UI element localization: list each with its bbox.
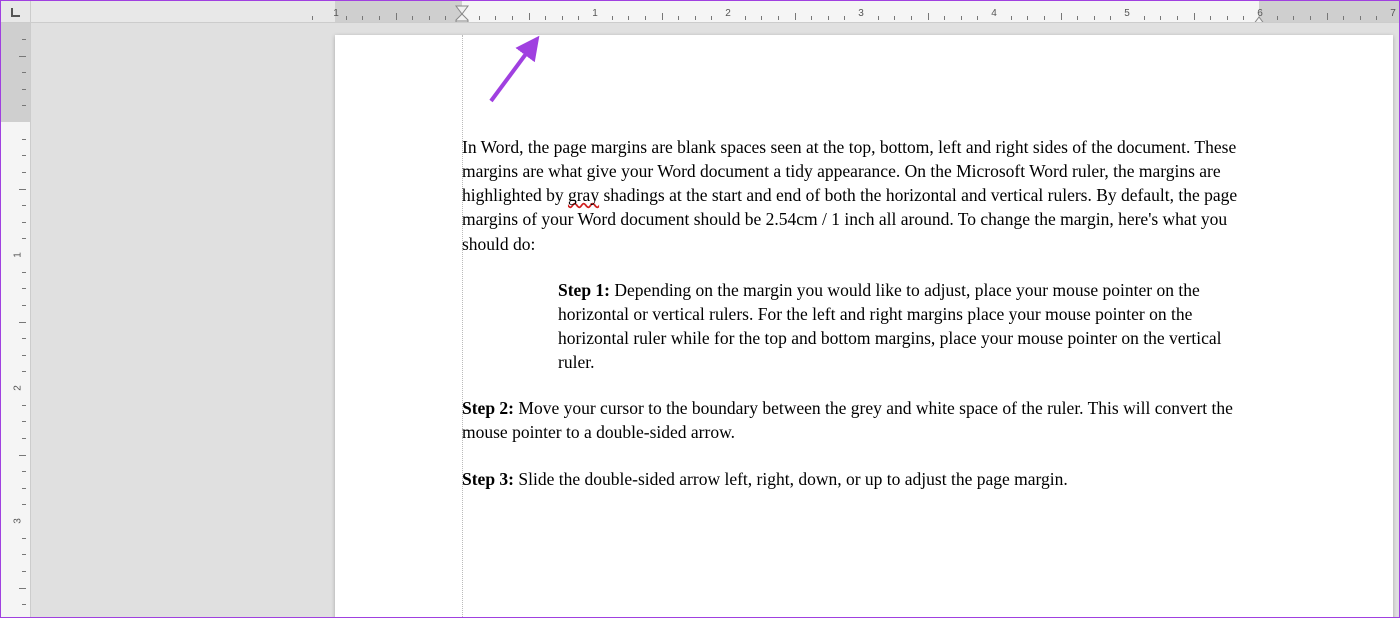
paragraph-step-3[interactable]: Step 3: Slide the double-sided arrow lef… — [462, 467, 1259, 491]
hruler-number: 4 — [991, 8, 997, 19]
hruler-right-margin-region[interactable] — [1259, 1, 1399, 22]
up-caret-icon — [1252, 16, 1266, 23]
hruler-number: 1 — [333, 8, 339, 19]
step-text: Depending on the margin you would like t… — [558, 280, 1222, 372]
step-text: Slide the double-sided arrow left, right… — [518, 469, 1067, 489]
hruler-number: 1 — [592, 8, 598, 19]
spellcheck-flag[interactable]: gray — [568, 185, 599, 205]
hruler-number: 7 — [1390, 8, 1396, 19]
vruler-number: 1 — [13, 252, 24, 258]
step-label: Step 2: — [462, 398, 514, 418]
intro-text: In Word, the page margins are blank spac… — [462, 137, 1237, 254]
paragraph-step-2[interactable]: Step 2: Move your cursor to the boundary… — [462, 396, 1259, 444]
up-caret-box-icon — [455, 13, 469, 23]
paragraph-intro[interactable]: In Word, the page margins are blank spac… — [462, 135, 1259, 256]
paragraph-step-1[interactable]: Step 1: Depending on the margin you woul… — [558, 278, 1259, 375]
step-text: Move your cursor to the boundary between… — [462, 398, 1233, 442]
hruler-number: 5 — [1124, 8, 1130, 19]
horizontal-ruler[interactable]: 1 1 2 3 4 5 6 7 — [31, 1, 1399, 23]
page[interactable]: In Word, the page margins are blank spac… — [335, 35, 1393, 617]
hruler-left-margin-region[interactable] — [335, 1, 462, 22]
step-label: Step 1: — [558, 280, 610, 300]
document-body[interactable]: In Word, the page margins are blank spac… — [462, 135, 1259, 513]
vruler-number: 3 — [13, 518, 24, 524]
right-indent-marker[interactable] — [1252, 13, 1266, 23]
vertical-ruler[interactable]: 1 2 3 — [1, 23, 31, 617]
left-margin-indent-marker[interactable] — [455, 13, 469, 23]
hruler-number: 3 — [858, 8, 864, 19]
vruler-page-region[interactable] — [1, 122, 30, 617]
tab-stop-icon — [9, 5, 23, 19]
ruler-corner[interactable] — [1, 1, 31, 23]
vruler-number: 2 — [13, 385, 24, 391]
document-workspace: In Word, the page margins are blank spac… — [31, 23, 1399, 617]
step-label: Step 3: — [462, 469, 514, 489]
hruler-number: 2 — [725, 8, 731, 19]
